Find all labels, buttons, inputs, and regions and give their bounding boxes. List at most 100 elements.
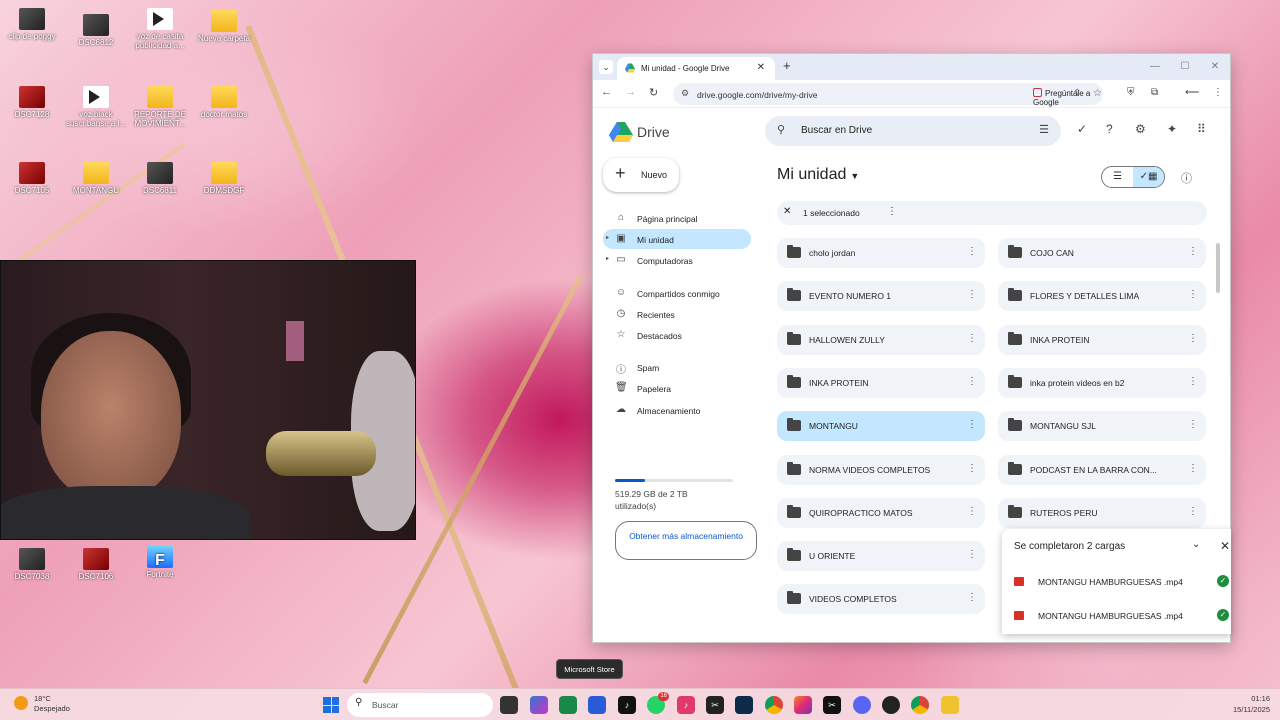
extension-shield-icon[interactable]: ⛨ [1127, 87, 1135, 98]
capcut-icon[interactable]: ✂ [706, 696, 724, 714]
tab-search-button[interactable]: ⌄ [599, 60, 613, 74]
offline-ready-icon[interactable]: ✓ [1077, 122, 1087, 136]
folder-item[interactable]: INKA PROTEIN ⋮ [998, 324, 1206, 355]
folder-item[interactable]: RUTEROS PERU ⋮ [998, 497, 1206, 528]
sidebar-item-trash[interactable]: 🗑 Papelera [603, 378, 751, 398]
collapse-chevron-icon[interactable]: ⌄ [1192, 539, 1200, 550]
folder-more-icon[interactable]: ⋮ [1188, 246, 1198, 257]
desktop-icon[interactable]: DSC6811 [128, 162, 192, 195]
capcut-alt-icon[interactable]: ✂ [823, 696, 841, 714]
gemini-spark-icon[interactable]: ✦ [1167, 122, 1177, 136]
reload-icon[interactable]: ↻ [649, 86, 658, 99]
sidebar-item-shared[interactable]: ☺ Compartidos conmigo [603, 283, 751, 303]
folder-more-icon[interactable]: ⋮ [1188, 506, 1198, 517]
desktop-icon[interactable]: DSC7105 [0, 162, 64, 195]
page-title[interactable]: Mi unidad ▼ [777, 166, 859, 184]
help-icon[interactable]: ? [1106, 122, 1113, 136]
view-toggle[interactable]: ☰ ✓▦ [1101, 166, 1165, 188]
sidebar-item-computers[interactable]: ▸ ▭ Computadoras [603, 250, 751, 270]
folder-item[interactable]: FLORES Y DETALLES LIMA ⋮ [998, 281, 1206, 312]
close-uploads-icon[interactable]: ✕ [1220, 539, 1230, 553]
folder-item[interactable]: QUIROPRACTICO MATOS ⋮ [777, 497, 985, 528]
list-view-icon[interactable]: ☰ [1102, 167, 1133, 187]
start-windows-icon[interactable] [323, 697, 339, 713]
instagram-icon[interactable] [794, 696, 812, 714]
folder-more-icon[interactable]: ⋮ [967, 289, 977, 300]
folder-more-icon[interactable]: ⋮ [1188, 333, 1198, 344]
folder-more-icon[interactable]: ⋮ [967, 592, 977, 603]
taskbar-search[interactable]: ⚲ Buscar [347, 693, 493, 717]
premiere-icon[interactable] [735, 696, 753, 714]
menu-kebab-icon[interactable]: ⋮ [1213, 87, 1223, 98]
tiktok-studio-icon[interactable]: ♪ [677, 696, 695, 714]
folder-item[interactable]: COJO CAN ⋮ [998, 238, 1206, 268]
close-window-button[interactable]: ✕ [1200, 54, 1230, 80]
back-icon[interactable]: ← [601, 86, 612, 98]
new-tab-button[interactable]: + [783, 58, 791, 73]
folder-more-icon[interactable]: ⋮ [967, 506, 977, 517]
clear-selection-icon[interactable]: ✕ [783, 206, 791, 217]
settings-gear-icon[interactable]: ⚙ [1135, 122, 1146, 136]
apps-grid-icon[interactable]: ⠿ [1197, 122, 1206, 136]
folder-item[interactable]: U ORIENTE ⋮ [777, 541, 985, 572]
bookmark-star-icon[interactable]: ☆ [1093, 88, 1102, 99]
folder-more-icon[interactable]: ⋮ [1188, 463, 1198, 474]
edge-icon[interactable] [559, 696, 577, 714]
folder-more-icon[interactable]: ⋮ [967, 419, 977, 430]
desktop-icon[interactable]: F Fortnite [128, 546, 192, 579]
file-explorer-icon[interactable] [941, 696, 959, 714]
folder-item[interactable]: PODCAST EN LA BARRA CON... ⋮ [998, 454, 1206, 485]
folder-item[interactable]: inka protein videos en b2 ⋮ [998, 367, 1206, 398]
forward-icon[interactable]: → [625, 86, 636, 98]
folder-more-icon[interactable]: ⋮ [967, 246, 977, 257]
tiktok-icon[interactable]: ♪ [618, 696, 636, 714]
desktop-icon[interactable]: MONTANGU [64, 162, 128, 195]
discord-icon[interactable] [853, 696, 871, 714]
url-bar[interactable]: ⚙ drive.google.com/drive/my-drive Pregún… [673, 83, 1103, 107]
upload-item[interactable]: MONTANGU HAMBURGUESAS .mp4 ✓ [1014, 609, 1229, 621]
chrome-profile-icon[interactable] [911, 696, 929, 714]
folder-item[interactable]: MONTANGU SJL ⋮ [998, 411, 1206, 442]
folder-item[interactable]: cholo jordan ⋮ [777, 238, 985, 268]
folder-more-icon[interactable]: ⋮ [967, 333, 977, 344]
profile-icon[interactable]: ⟵ [1185, 87, 1199, 98]
desktop-icon[interactable]: DSC6812 [64, 14, 128, 47]
scrollbar-thumb[interactable] [1216, 243, 1220, 293]
install-icon[interactable]: ⇪ [1073, 88, 1081, 99]
folder-more-icon[interactable]: ⋮ [967, 549, 977, 560]
details-info-icon[interactable]: ⓘ [1181, 170, 1192, 186]
desktop-icon[interactable]: DSC7038 [0, 548, 64, 581]
copilot-icon[interactable] [530, 696, 548, 714]
folder-more-icon[interactable]: ⋮ [967, 463, 977, 474]
system-clock[interactable]: 01:16 15/11/2025 [1233, 693, 1270, 715]
folder-item[interactable]: EVENTO NUMERO 1 ⋮ [777, 281, 985, 312]
expand-caret-icon[interactable]: ▸ [606, 234, 609, 241]
minimize-button[interactable]: — [1140, 54, 1170, 80]
desktop-icon[interactable]: clip de poggy [0, 8, 64, 41]
weather-widget[interactable]: 18°C Despejado [14, 694, 70, 714]
new-button[interactable]: + Nuevo [603, 158, 679, 192]
microsoft-store-icon[interactable] [588, 696, 606, 714]
obs-icon[interactable] [882, 696, 900, 714]
folder-item[interactable]: NORMA VIDEOS COMPLETOS ⋮ [777, 454, 985, 485]
folder-item[interactable]: INKA PROTEIN ⋮ [777, 367, 985, 398]
sidebar-item-starred[interactable]: ☆ Destacados [603, 325, 751, 345]
extensions-icon[interactable]: ⧉ [1151, 87, 1158, 98]
desktop-icon[interactable]: voz de casita publicidad a... [128, 8, 192, 50]
folder-more-icon[interactable]: ⋮ [1188, 376, 1198, 387]
tab-close-button[interactable]: ✕ [757, 62, 765, 73]
more-actions-icon[interactable]: ⋮ [887, 206, 897, 217]
folder-item[interactable]: HALLOWEN ZULLY ⋮ [777, 324, 985, 355]
task-view-icon[interactable] [500, 696, 518, 714]
tab-drive[interactable]: Mi unidad - Google Drive ✕ [617, 57, 775, 80]
desktop-icon[interactable]: doctor matos [192, 86, 256, 119]
desktop-icon[interactable]: Nueva carpeta [192, 10, 256, 43]
folder-more-icon[interactable]: ⋮ [967, 376, 977, 387]
sidebar-item-my-drive[interactable]: ▸ ▣ Mi unidad [603, 229, 751, 249]
folder-more-icon[interactable]: ⋮ [1188, 419, 1198, 430]
sidebar-item-spam[interactable]: ⓘ Spam [603, 357, 751, 377]
desktop-icon[interactable]: DDMSDGF [192, 162, 256, 195]
sidebar-item-storage[interactable]: ☁ Almacenamiento [603, 400, 751, 420]
get-more-storage-button[interactable]: Obtener más almacenamiento [615, 521, 757, 560]
chrome-icon[interactable] [765, 696, 783, 714]
